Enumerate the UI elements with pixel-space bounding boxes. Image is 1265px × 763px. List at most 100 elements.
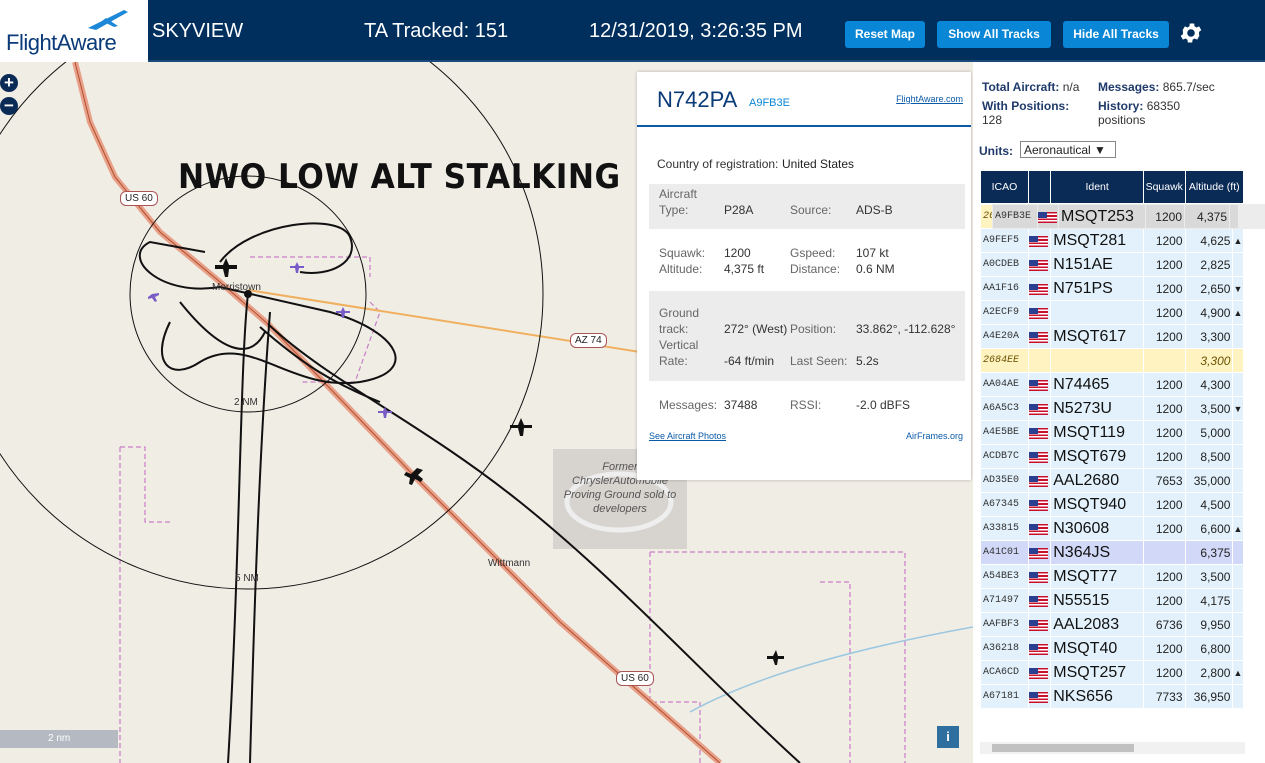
row-ident: MSQT77 <box>1051 565 1143 588</box>
table-row[interactable]: A67181 NKS656 7733 36,950 <box>981 685 1243 708</box>
row-altitude: 4,625 <box>1185 229 1233 252</box>
row-icao: A36218 <box>981 637 1028 660</box>
row-ident: N55515 <box>1051 589 1143 612</box>
row-squawk: 1200 <box>1143 253 1185 276</box>
row-icao: A2ECF9 <box>981 301 1028 324</box>
table-row[interactable]: A67345 MSQT940 1200 4,500 <box>981 493 1243 516</box>
zoom-in-button[interactable]: + <box>0 74 18 92</box>
country-label: Country of registration: <box>657 157 779 171</box>
row-trend <box>1233 445 1243 468</box>
lastseen-label: Last Seen: <box>790 354 848 368</box>
row-squawk: 1200 <box>1143 277 1185 300</box>
row-ident <box>1051 349 1143 372</box>
horizontal-scroll-thumb[interactable] <box>992 744 1134 752</box>
ring-label-5nm: 5 NM <box>235 573 259 584</box>
row-icao: A33815 <box>981 517 1028 540</box>
row-icao: AA04AE <box>981 373 1028 396</box>
table-row[interactable]: AA04AE N74465 1200 4,300 <box>981 373 1243 396</box>
row-altitude: 36,950 <box>1185 685 1233 708</box>
us-flag-icon <box>1028 283 1048 295</box>
row-trend <box>1233 349 1243 372</box>
row-ident: N364JS <box>1051 541 1143 564</box>
row-altitude: 4,175 <box>1185 589 1233 612</box>
row-squawk <box>1143 349 1185 372</box>
col-ident[interactable]: Ident <box>1051 171 1143 203</box>
row-altitude: 4,375 <box>1185 205 1229 228</box>
airframes-link[interactable]: AirFrames.org <box>906 431 963 441</box>
units-select[interactable]: Aeronautical ▼ <box>1020 141 1116 158</box>
row-flag <box>1028 493 1051 516</box>
row-squawk: 1200 <box>1143 325 1185 348</box>
vertical-label: Vertical <box>659 338 699 352</box>
rate-label: Rate: <box>659 354 688 368</box>
row-flag <box>1028 469 1051 492</box>
row-altitude: 6,800 <box>1185 637 1233 660</box>
total-aircraft-stat: Total Aircraft: n/a <box>982 80 1079 94</box>
aircraft-photos-link[interactable]: See Aircraft Photos <box>649 431 726 441</box>
table-row[interactable]: AAFBF3 AAL2083 6736 9,950 <box>981 613 1243 636</box>
table-row[interactable]: A4E20A MSQT617 1200 3,300 <box>981 325 1243 348</box>
aircraft-table-body: A9FB3EMSQT25312004,375268B894,575A9FEF5M… <box>981 204 1265 708</box>
reset-map-button[interactable]: Reset Map <box>845 21 925 48</box>
row-ident: MSQT617 <box>1051 325 1143 348</box>
table-row[interactable]: A41C01 N364JS 6,375 <box>981 541 1243 564</box>
row-ident: MSQT40 <box>1051 637 1143 660</box>
col-icao[interactable]: ICAO <box>981 171 1028 203</box>
table-row[interactable]: AD35E0 AAL2680 7653 35,000 <box>981 469 1243 492</box>
table-row[interactable]: A71497 N55515 1200 4,175 <box>981 589 1243 612</box>
table-row[interactable]: A33815 N30608 1200 6,600 ▲ <box>981 517 1243 540</box>
row-trend <box>1233 685 1243 708</box>
row-ident: MSQT679 <box>1051 445 1143 468</box>
flightaware-link[interactable]: FlightAware.com <box>896 94 963 104</box>
row-altitude: 6,375 <box>1185 541 1233 564</box>
table-row[interactable]: A54BE3 MSQT77 1200 3,500 <box>981 565 1243 588</box>
messages-value: 37488 <box>724 398 758 412</box>
horizontal-scrollbar[interactable] <box>980 742 1245 754</box>
hide-all-tracks-button[interactable]: Hide All Tracks <box>1063 21 1169 48</box>
us-flag-icon <box>1028 571 1048 583</box>
row-altitude: 3,500 <box>1185 565 1233 588</box>
table-row[interactable]: A6A5C3 N5273U 1200 3,500 ▼ <box>981 397 1243 420</box>
us-flag-icon <box>1028 643 1048 655</box>
row-squawk: 1200 <box>1143 517 1185 540</box>
row-altitude: 9,950 <box>1185 613 1233 636</box>
table-row[interactable]: ACA6CD MSQT257 1200 2,800 ▲ <box>981 661 1243 684</box>
row-altitude: 4,500 <box>1185 493 1233 516</box>
table-row[interactable]: AA1F16 N751PS 1200 2,650 ▼ <box>981 277 1243 300</box>
row-ident: AAL2083 <box>1051 613 1143 636</box>
row-altitude: 4,300 <box>1185 373 1233 396</box>
table-row[interactable]: ACDB7C MSQT679 1200 8,500 <box>981 445 1243 468</box>
row-trend: ▼ <box>1233 397 1243 420</box>
table-row[interactable]: A2ECF9 1200 4,900 ▲ <box>981 301 1243 324</box>
row-icao: A67345 <box>981 493 1028 516</box>
row-altitude: 2,800 <box>1185 661 1233 684</box>
table-row[interactable]: A4E5BE MSQT119 1200 5,000 <box>981 421 1243 444</box>
row-ident: MSQT119 <box>1051 421 1143 444</box>
ground-label: Ground <box>659 306 700 320</box>
zoom-out-button[interactable]: − <box>0 97 18 115</box>
logo-text: FlightAware <box>6 30 117 55</box>
total-aircraft-value: n/a <box>1062 80 1080 94</box>
row-icao: ACA6CD <box>981 661 1028 684</box>
info-button[interactable]: i <box>937 726 959 748</box>
us-flag-icon <box>1028 427 1048 439</box>
table-row[interactable]: A9FEF5 MSQT281 1200 4,625 ▲ <box>981 229 1243 252</box>
show-all-tracks-button[interactable]: Show All Tracks <box>937 21 1051 48</box>
col-altitude[interactable]: Altitude (ft) <box>1185 171 1243 203</box>
table-row[interactable]: A0CDEB N151AE 1200 2,825 <box>981 253 1243 276</box>
row-icao: AA1F16 <box>981 277 1028 300</box>
table-row[interactable]: A36218 MSQT40 1200 6,800 <box>981 637 1243 660</box>
aircraft-table: ICAO Ident Squawk Altitude (ft) A9FB3E MS… <box>980 170 1265 709</box>
row-flag <box>1028 229 1051 252</box>
flightaware-logo[interactable]: FlightAware <box>0 0 148 62</box>
map-banner-text: NWO LOW ALT STALKING <box>178 157 621 197</box>
row-altitude: 5,000 <box>1185 421 1233 444</box>
col-squawk[interactable]: Squawk <box>1143 171 1185 203</box>
us-flag-icon <box>1028 331 1048 343</box>
row-ident: MSQT257 <box>1051 661 1143 684</box>
table-row[interactable]: 2684EE 3,300 <box>981 349 1243 372</box>
table-row[interactable]: A9FB3E MSQT253 1200 4,375 <box>992 204 1265 229</box>
scale-label: 2 nm <box>48 733 71 744</box>
row-squawk: 1200 <box>1143 565 1185 588</box>
gear-icon[interactable] <box>1178 20 1204 46</box>
